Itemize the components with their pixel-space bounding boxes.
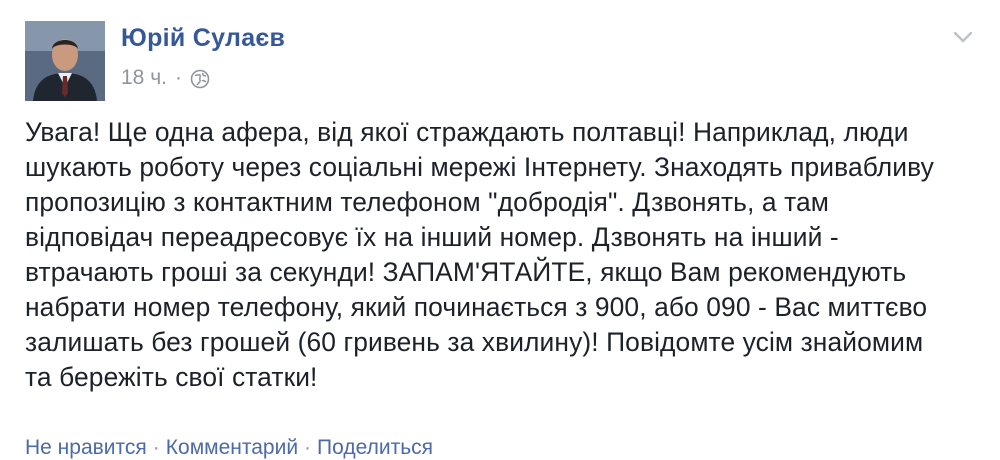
action-separator: · — [152, 436, 160, 459]
post-actions: Не нравится · Комментарий · Поделиться — [25, 436, 433, 460]
avatar-photo — [25, 21, 105, 101]
author-avatar[interactable] — [25, 21, 105, 101]
post-timestamp[interactable]: 18 ч. — [121, 66, 167, 90]
post-body-text: Увага! Ще одна афера, від якої страждают… — [25, 117, 934, 392]
unlike-button[interactable]: Не нравится — [25, 436, 147, 459]
author-name-link[interactable]: Юрій Сулаєв — [121, 24, 285, 53]
globe-icon[interactable] — [190, 69, 210, 89]
post-meta: 18 ч. · — [121, 66, 210, 90]
share-button[interactable]: Поделиться — [317, 436, 433, 459]
meta-separator: · — [174, 66, 182, 89]
comment-button[interactable]: Комментарий — [166, 436, 298, 459]
chevron-down-icon[interactable] — [952, 28, 974, 46]
feed-post: Юрій Сулаєв 18 ч. · Увага! Ще одна афера… — [0, 0, 1000, 460]
action-separator: · — [304, 436, 312, 459]
